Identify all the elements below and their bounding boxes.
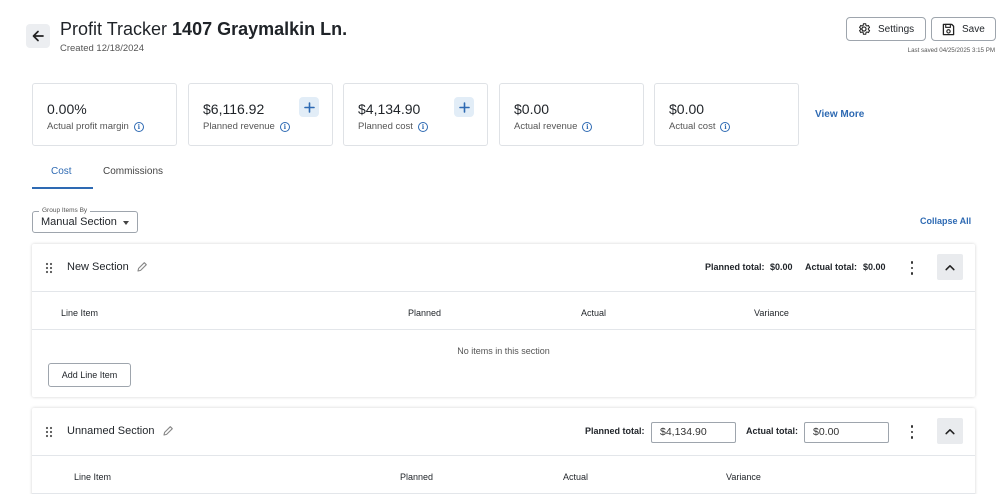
table-header: Line Item Planned Actual Variance bbox=[32, 292, 975, 330]
actual-total-label: Actual total: bbox=[746, 426, 799, 436]
actual-total-label: Actual total: bbox=[805, 262, 858, 272]
card-label: Actual revenue bbox=[514, 121, 578, 132]
pencil-icon[interactable] bbox=[136, 261, 148, 273]
title-address: 1407 Graymalkin Ln. bbox=[172, 19, 348, 39]
group-select-value: Manual Section bbox=[41, 216, 117, 228]
tab-commissions[interactable]: Commissions bbox=[103, 166, 163, 177]
card-value: $0.00 bbox=[514, 101, 550, 117]
card-actual-profit-margin: 0.00% Actual profit margin i bbox=[32, 83, 177, 146]
section-name: Unnamed Section bbox=[67, 425, 155, 437]
title-prefix: Profit Tracker bbox=[60, 19, 168, 39]
collapse-section-button[interactable] bbox=[937, 254, 963, 280]
chevron-up-icon bbox=[945, 264, 955, 270]
card-label: Actual cost bbox=[669, 121, 716, 132]
gear-icon bbox=[859, 23, 871, 35]
more-vertical-icon[interactable] bbox=[906, 261, 918, 275]
card-label: Planned revenue bbox=[203, 121, 275, 132]
card-label: Actual profit margin bbox=[47, 121, 129, 132]
info-icon[interactable]: i bbox=[417, 121, 428, 132]
col-actual: Actual bbox=[581, 308, 607, 318]
last-saved-text: Last saved 04/25/2025 3:15 PM bbox=[907, 47, 995, 54]
card-value: $6,116.92 bbox=[203, 101, 265, 117]
save-label: Save bbox=[962, 23, 985, 35]
card-value: 0.00% bbox=[47, 101, 87, 117]
card-label-row: Actual profit margin i bbox=[47, 121, 144, 132]
card-value: $0.00 bbox=[669, 101, 705, 117]
more-vertical-icon[interactable] bbox=[906, 425, 918, 439]
info-icon[interactable]: i bbox=[279, 121, 290, 132]
active-tab-indicator bbox=[32, 187, 93, 189]
plus-icon bbox=[458, 101, 470, 113]
info-icon[interactable]: i bbox=[582, 121, 593, 132]
col-planned: Planned bbox=[400, 472, 434, 482]
planned-total-label: Planned total: bbox=[585, 426, 645, 436]
card-label-row: Planned cost i bbox=[358, 121, 428, 132]
info-icon[interactable]: i bbox=[133, 121, 144, 132]
card-label-row: Actual revenue i bbox=[514, 121, 593, 132]
card-label: Planned cost bbox=[358, 121, 413, 132]
section-name: New Section bbox=[67, 261, 129, 273]
settings-label: Settings bbox=[878, 23, 915, 35]
group-items-by-select[interactable]: Group Items By Manual Section bbox=[32, 207, 138, 233]
save-button[interactable]: Save bbox=[931, 17, 996, 41]
section-card: New Section Planned total: $0.00 Actual … bbox=[32, 244, 975, 397]
planned-total-input[interactable]: $4,134.90 bbox=[651, 422, 736, 443]
created-date: Created 12/18/2024 bbox=[60, 43, 144, 54]
caret-down-icon bbox=[123, 221, 129, 225]
pencil-icon[interactable] bbox=[162, 425, 174, 437]
card-value: $4,134.90 bbox=[358, 101, 421, 117]
info-icon[interactable]: i bbox=[720, 121, 731, 132]
actual-total-input[interactable]: $0.00 bbox=[804, 422, 889, 443]
group-select-legend: Group Items By bbox=[39, 207, 91, 214]
section-header: Unnamed Section Planned total: $4,134.90… bbox=[32, 408, 975, 456]
section-card: Unnamed Section Planned total: $4,134.90… bbox=[32, 408, 975, 494]
card-label-row: Planned revenue i bbox=[203, 121, 290, 132]
add-planned-revenue-button[interactable] bbox=[299, 97, 319, 117]
card-planned-cost: $4,134.90 Planned cost i bbox=[343, 83, 488, 146]
col-line-item: Line Item bbox=[61, 308, 99, 318]
drag-handle-icon[interactable] bbox=[45, 426, 53, 438]
tab-cost[interactable]: Cost bbox=[51, 166, 72, 177]
section-header: New Section Planned total: $0.00 Actual … bbox=[32, 244, 975, 292]
settings-button[interactable]: Settings bbox=[846, 17, 926, 41]
add-line-item-button[interactable]: Add Line Item bbox=[48, 363, 131, 387]
col-actual: Actual bbox=[563, 472, 589, 482]
col-variance: Variance bbox=[754, 308, 789, 318]
card-planned-revenue: $6,116.92 Planned revenue i bbox=[188, 83, 333, 146]
page-title: Profit Tracker 1407 Graymalkin Ln. bbox=[60, 19, 347, 40]
collapse-all-button[interactable]: Collapse All bbox=[920, 216, 971, 226]
col-planned: Planned bbox=[408, 308, 442, 318]
card-actual-cost: $0.00 Actual cost i bbox=[654, 83, 799, 146]
add-planned-cost-button[interactable] bbox=[454, 97, 474, 117]
back-button[interactable] bbox=[26, 24, 50, 48]
table-header: Line Item Planned Actual Variance bbox=[32, 456, 975, 494]
drag-handle-icon[interactable] bbox=[45, 262, 53, 274]
planned-total-value: $0.00 bbox=[770, 262, 793, 272]
card-actual-revenue: $0.00 Actual revenue i bbox=[499, 83, 644, 146]
empty-section-message: No items in this section bbox=[457, 346, 550, 356]
view-more-link[interactable]: View More bbox=[815, 109, 864, 120]
plus-icon bbox=[303, 101, 315, 113]
chevron-up-icon bbox=[945, 428, 955, 434]
card-label-row: Actual cost i bbox=[669, 121, 731, 132]
arrow-left-icon bbox=[32, 30, 44, 42]
col-variance: Variance bbox=[726, 472, 761, 482]
col-line-item: Line Item bbox=[74, 472, 112, 482]
collapse-section-button[interactable] bbox=[937, 418, 963, 444]
actual-total-value: $0.00 bbox=[863, 262, 886, 272]
save-icon bbox=[942, 23, 955, 35]
planned-total-label: Planned total: bbox=[705, 262, 765, 272]
